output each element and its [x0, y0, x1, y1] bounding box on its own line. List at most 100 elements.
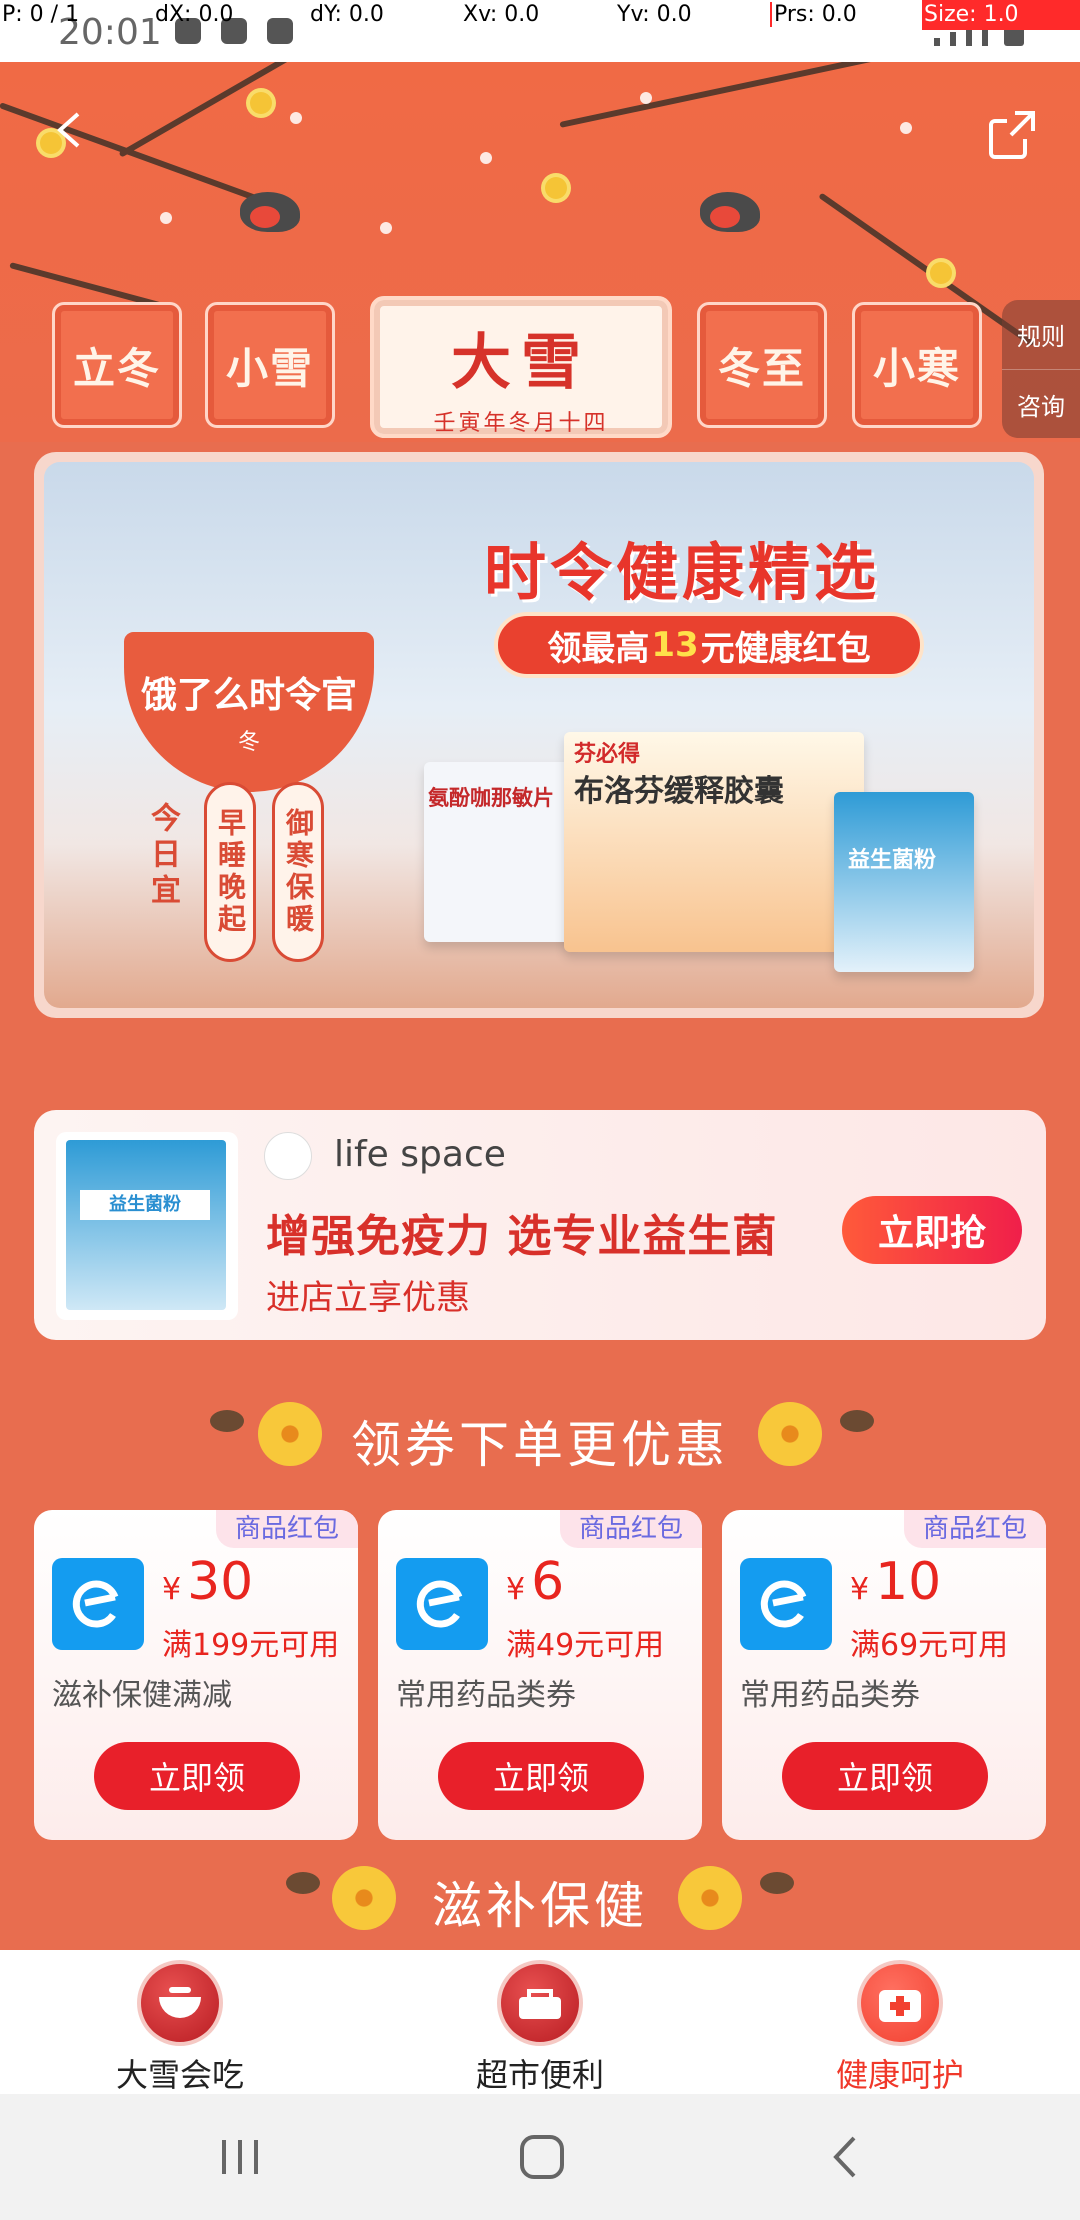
- pill-suffix: 元健康红包: [700, 628, 871, 669]
- debug-pointer: P: 0 / 1: [2, 2, 80, 27]
- pill-amount: 13: [651, 625, 699, 665]
- coupon-section-title: 领券下单更优惠: [351, 1416, 729, 1474]
- claim-coupon-button[interactable]: 立即领: [438, 1742, 644, 1810]
- blossom-decoration: [930, 262, 952, 284]
- product-1-name: 氨酚咖那敏片: [428, 786, 554, 810]
- term-tab-xiaohan[interactable]: 小寒: [852, 302, 982, 428]
- debug-size: Size: 1.0: [922, 0, 1080, 30]
- home-icon[interactable]: [512, 2134, 572, 2180]
- flower-icon: [678, 1866, 742, 1930]
- bowl-badge: 饿了么时令官 冬: [124, 632, 374, 792]
- store-card[interactable]: 益生菌粉 life space 增强免疫力 选专业益生菌 进店立享优惠 立即抢: [34, 1110, 1046, 1340]
- bud-icon: [840, 1410, 874, 1432]
- coupon-condition: 满199元可用: [162, 1628, 340, 1663]
- snow-decoration: [160, 212, 172, 224]
- nav-item-supermarket[interactable]: 超市便利: [420, 1960, 660, 2096]
- nav-label: 健康呵护: [835, 2056, 964, 2094]
- product-2-brand: 芬必得: [574, 742, 641, 767]
- snow-decoration: [380, 222, 392, 234]
- tip-keep-warm: 御寒保暖: [272, 782, 324, 962]
- coupon-tag: 商品红包: [216, 1510, 358, 1548]
- coupon-condition: 满49元可用: [506, 1628, 665, 1663]
- food-bowl-icon: [137, 1960, 223, 2046]
- grab-now-button[interactable]: 立即抢: [842, 1196, 1022, 1264]
- term-tab-label: 小寒: [872, 343, 961, 393]
- bud-icon: [760, 1872, 794, 1894]
- coupon-condition: 满69元可用: [850, 1628, 1009, 1663]
- consult-button[interactable]: 咨询: [1002, 369, 1080, 438]
- term-tab-lidong[interactable]: 立冬: [52, 302, 182, 428]
- term-tab-daxue-active[interactable]: 大雪 壬寅年冬月十四: [370, 296, 672, 438]
- bird-decoration: [240, 192, 300, 232]
- branch-decoration: [559, 62, 972, 128]
- promo-banner[interactable]: 时令健康精选 领最高 13 元健康红包 饿了么时令官 冬 今日宜 早睡晚起 御寒…: [34, 452, 1044, 1018]
- product-box-1: 氨酚咖那敏片: [424, 762, 574, 942]
- snow-decoration: [900, 122, 912, 134]
- product-2-name: 布洛芬缓释胶囊: [574, 774, 784, 809]
- coupon-card: 商品红包 ¥30 满199元可用 滋补保健满减 立即领: [34, 1510, 358, 1840]
- nav-item-daxue-eat[interactable]: 大雪会吃: [60, 1960, 300, 2096]
- health-supplements-section-title: 滋补保健: [432, 1877, 648, 1935]
- bottom-nav: 大雪会吃 超市便利 健康呵护: [0, 1950, 1080, 2094]
- term-tab-xiaoxue[interactable]: 小雪: [205, 302, 335, 428]
- active-term-lunar-date: 壬寅年冬月十四: [433, 411, 609, 436]
- nav-label: 大雪会吃: [115, 2056, 244, 2094]
- nav-item-health-care[interactable]: 健康呵护: [780, 1960, 1020, 2096]
- today-label: 今日宜: [145, 802, 180, 910]
- term-tab-dongzhi[interactable]: 冬至: [697, 302, 827, 428]
- store-subtitle: 进店立享优惠: [266, 1278, 470, 1318]
- store-box-label: 益生菌粉: [80, 1190, 210, 1220]
- debug-dx: dX: 0.0: [155, 2, 234, 27]
- product-box-2: 芬必得 布洛芬缓释胶囊: [564, 732, 864, 952]
- coupon-description: 常用药品类券: [740, 1678, 920, 1713]
- coupon-tag: 商品红包: [560, 1510, 702, 1548]
- system-nav-bar: [0, 2094, 1080, 2220]
- claim-coupon-button[interactable]: 立即领: [94, 1742, 300, 1810]
- coupon-amount: ¥10: [850, 1552, 942, 1612]
- coupon-card: 商品红包 ¥10 满69元可用 常用药品类券 立即领: [722, 1510, 1046, 1840]
- recent-apps-icon[interactable]: [210, 2134, 270, 2180]
- hero-header: 立冬 小雪 大雪 壬寅年冬月十四 冬至 小寒: [0, 62, 1080, 442]
- active-term-name: 大雪: [451, 328, 591, 398]
- badge-season: 冬: [237, 730, 260, 755]
- status-bar: 20:01 P: 0 / 1 dX: 0.0 dY: 0.0 Xv: 0.0 Y…: [0, 0, 1080, 62]
- product-3-name: 益生菌粉: [848, 848, 937, 873]
- notification-icon: [267, 18, 293, 44]
- rules-button[interactable]: 规则: [1002, 300, 1080, 369]
- banner-title: 时令健康精选: [484, 536, 881, 609]
- claim-coupon-button[interactable]: 立即领: [782, 1742, 988, 1810]
- back-icon[interactable]: [50, 110, 90, 150]
- badge-title: 饿了么时令官: [140, 675, 357, 716]
- eleme-logo-icon: [52, 1558, 144, 1650]
- snow-decoration: [480, 152, 492, 164]
- banner-red-packet-pill: 领最高 13 元健康红包: [494, 612, 924, 678]
- coupon-amount: ¥6: [506, 1552, 565, 1612]
- term-tab-label: 小雪: [225, 343, 314, 393]
- share-icon[interactable]: [985, 107, 1039, 161]
- nav-label: 超市便利: [475, 2056, 604, 2094]
- bird-decoration: [700, 192, 760, 232]
- eleme-logo-icon: [740, 1558, 832, 1650]
- store-name: life space: [334, 1134, 506, 1175]
- coupon-description: 滋补保健满减: [52, 1678, 232, 1713]
- flower-icon: [758, 1402, 822, 1466]
- store-product-image: 益生菌粉: [56, 1132, 238, 1320]
- back-nav-icon[interactable]: [816, 2134, 876, 2180]
- debug-dy: dY: 0.0: [310, 2, 384, 27]
- store-slogan: 增强免疫力 选专业益生菌: [266, 1211, 778, 1262]
- medical-kit-icon: [857, 1960, 943, 2046]
- coupon-description: 常用药品类券: [396, 1678, 576, 1713]
- pill-prefix: 领最高: [547, 628, 650, 669]
- coupon-card: 商品红包 ¥6 满49元可用 常用药品类券 立即领: [378, 1510, 702, 1840]
- debug-xv: Xv: 0.0: [463, 2, 540, 27]
- eleme-logo-icon: [396, 1558, 488, 1650]
- product-box-3: 益生菌粉: [834, 792, 974, 972]
- term-tab-label: 立冬: [72, 343, 161, 393]
- blossom-decoration: [250, 92, 272, 114]
- side-tabs: 规则 咨询: [1002, 300, 1080, 438]
- debug-pressure: Prs: 0.0: [770, 2, 857, 27]
- tip-early-sleep: 早睡晚起: [204, 782, 256, 962]
- debug-yv: Yv: 0.0: [617, 2, 692, 27]
- snow-decoration: [290, 112, 302, 124]
- basket-icon: [497, 1960, 583, 2046]
